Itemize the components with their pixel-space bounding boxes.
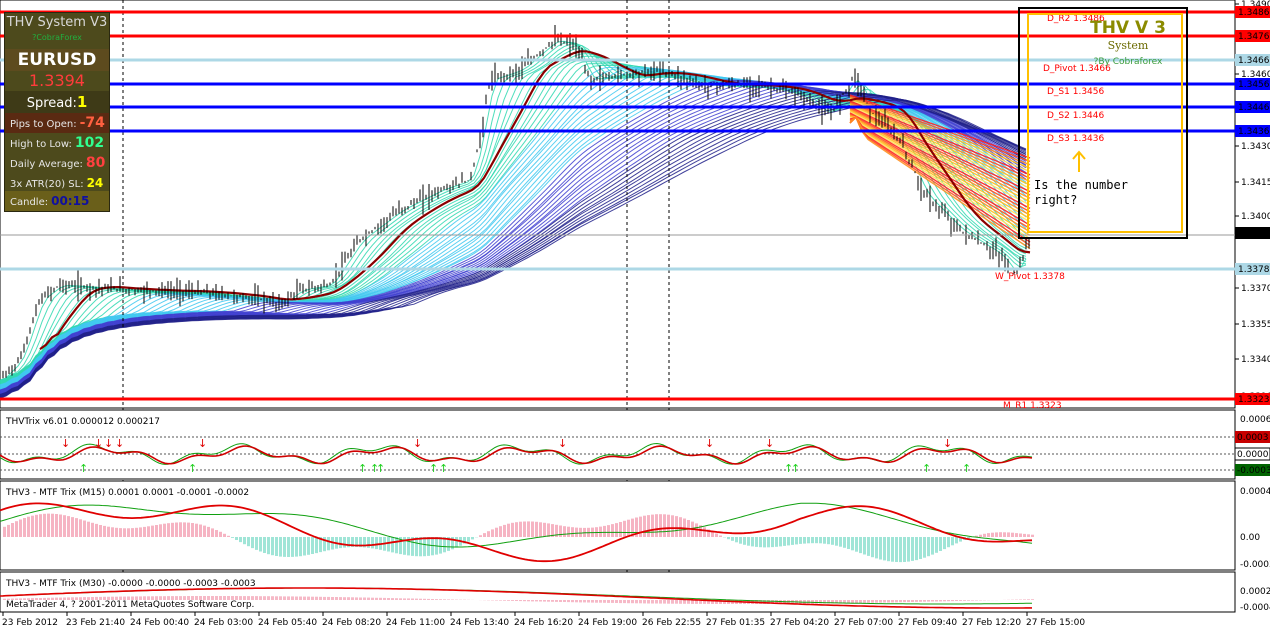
time-tick-label: 24 Feb 13:40 bbox=[450, 618, 509, 628]
atr-row: 3x ATR(20) SL: 24 bbox=[5, 173, 109, 193]
time-axis[interactable]: 23 Feb 2012 23 Feb 21:40 24 Feb 00:40 24 Fe… bbox=[2, 612, 1085, 628]
pips-to-open-value: -74 bbox=[79, 115, 105, 131]
logo-title: THV V 3 bbox=[1090, 18, 1166, 38]
price-tick-label: 1.3370 bbox=[1241, 284, 1270, 294]
subwindow-tag-label: 0.0003 bbox=[1237, 433, 1269, 443]
subwindow-tick-label: 0.0002 bbox=[1240, 587, 1270, 597]
price-tick-label: 1.3400 bbox=[1241, 212, 1270, 222]
time-tick-label: 24 Feb 00:40 bbox=[130, 618, 189, 628]
arrow-up-icon: ↑ bbox=[358, 462, 367, 475]
arrow-down-icon: ↓ bbox=[61, 437, 70, 450]
time-tick-label: 23 Feb 2012 bbox=[2, 618, 58, 628]
info-panel-title: THV System V3 bbox=[6, 15, 108, 30]
logo-subtitle: System bbox=[1108, 39, 1149, 52]
price-tag-label: 1.3446 bbox=[1238, 103, 1270, 113]
time-tick-label: 27 Feb 09:40 bbox=[898, 618, 957, 628]
arrow-down-icon: ↓ bbox=[115, 437, 124, 450]
subwindow-tag-label: 0.0000 bbox=[1237, 450, 1269, 460]
price-tick-label: 1.3415 bbox=[1241, 178, 1270, 188]
time-tick-label: 24 Feb 19:00 bbox=[578, 618, 637, 628]
price-tag-label: 1.3486 bbox=[1238, 8, 1270, 18]
subwindow-tick-label: 0.0004 bbox=[1240, 487, 1270, 497]
price-tag-label: 1.3393 bbox=[1238, 229, 1270, 239]
label-s3: D_S3 1.3436 bbox=[1047, 134, 1104, 144]
info-panel-subtitle: ?CobraForex bbox=[32, 33, 82, 42]
arrow-up-icon: ↑ bbox=[376, 462, 385, 475]
time-tick-label: 24 Feb 05:40 bbox=[258, 618, 317, 628]
arrow-up-icon: ↑ bbox=[791, 462, 800, 475]
time-tick-label: 24 Feb 08:20 bbox=[322, 618, 381, 628]
arrow-up-icon: ↑ bbox=[962, 462, 971, 475]
price-tick-label: 1.3430 bbox=[1241, 142, 1270, 152]
time-tick-label: 27 Feb 07:00 bbox=[834, 618, 893, 628]
arrow-up-icon: ↑ bbox=[439, 462, 448, 475]
time-tick-label: 23 Feb 21:40 bbox=[66, 618, 125, 628]
subwindow-tick-label: 0.00 bbox=[1240, 533, 1260, 543]
time-tick-label: 24 Feb 16:20 bbox=[514, 618, 573, 628]
label-s2: D_S2 1.3446 bbox=[1047, 111, 1104, 121]
high-to-low-row: High to Low: 102 bbox=[5, 133, 109, 153]
arrow-down-icon: ↓ bbox=[104, 437, 113, 450]
pips-to-open-label: Pips to Open: bbox=[10, 119, 77, 130]
price-tag-label: 1.3436 bbox=[1238, 127, 1270, 137]
candle-timer-row: Candle: 00:15 bbox=[5, 191, 109, 211]
daily-average-row: Daily Average: 80 bbox=[5, 153, 109, 173]
current-price: 1.3394 bbox=[29, 71, 85, 90]
spread-row: Spread:1 bbox=[5, 91, 109, 113]
high-to-low-label: High to Low: bbox=[10, 139, 72, 150]
time-tick-label: 26 Feb 22:55 bbox=[642, 618, 701, 628]
arrow-down-icon: ↓ bbox=[765, 437, 774, 450]
price-tag-label: 1.3466 bbox=[1238, 56, 1270, 66]
candle-value: 00:15 bbox=[51, 194, 90, 208]
spread-label: Spread: bbox=[26, 96, 77, 111]
high-to-low-value: 102 bbox=[74, 135, 105, 151]
price-tag-label: 1.3323 bbox=[1238, 395, 1270, 405]
subwindow-3-title: THV3 - MTF Trix (M30) -0.0000 -0.0000 -0… bbox=[5, 579, 256, 589]
subwindow-tag-label: -0.0003 bbox=[1237, 466, 1270, 476]
label-s1: D_S1 1.3456 bbox=[1047, 87, 1104, 97]
arrow-up-icon: ↑ bbox=[188, 462, 197, 475]
symbol-name: EURUSD bbox=[5, 49, 109, 71]
candle-label: Candle: bbox=[10, 197, 49, 208]
subwindow-tick-label: 0.00063 bbox=[1240, 415, 1270, 425]
atr-label: 3x ATR(20) SL: bbox=[10, 179, 84, 190]
arrow-down-icon: ↓ bbox=[94, 437, 103, 450]
price-tick-label: 1.3355 bbox=[1241, 320, 1270, 330]
time-tick-label: 24 Feb 11:00 bbox=[386, 618, 445, 628]
subwindow-tick-label: -0.0003 bbox=[1240, 560, 1270, 570]
arrow-up-icon: ↑ bbox=[79, 462, 88, 475]
subwindow-2-title: THV3 - MTF Trix (M15) 0.0001 0.0001 -0.0… bbox=[5, 488, 249, 498]
daily-average-value: 80 bbox=[85, 155, 106, 171]
price-tick-label: 1.3340 bbox=[1241, 355, 1270, 365]
time-tick-label: 24 Feb 03:00 bbox=[194, 618, 253, 628]
arrow-up-icon: ↑ bbox=[922, 462, 931, 475]
price-tag-label: 1.3378 bbox=[1238, 265, 1270, 275]
arrow-down-icon: ↓ bbox=[413, 437, 422, 450]
subwindow-tick-label: -0.0004 bbox=[1240, 603, 1270, 613]
arrow-down-icon: ↓ bbox=[198, 437, 207, 450]
copyright-text: MetaTrader 4, ? 2001-2011 MetaQuotes Sof… bbox=[6, 600, 254, 610]
arrow-up-icon: ↑ bbox=[429, 462, 438, 475]
time-tick-label: 27 Feb 04:20 bbox=[770, 618, 829, 628]
time-tick-label: 27 Feb 15:00 bbox=[1026, 618, 1085, 628]
arrow-down-icon: ↓ bbox=[943, 437, 952, 450]
price-tag-label: 1.3456 bbox=[1238, 80, 1270, 90]
daily-average-label: Daily Average: bbox=[10, 159, 83, 170]
spread-value: 1 bbox=[76, 93, 88, 111]
subwindow-trix[interactable] bbox=[0, 409, 1236, 480]
time-tick-label: 27 Feb 12:20 bbox=[962, 618, 1021, 628]
label-weekly-pivot: W_Pivot 1.3378 bbox=[995, 272, 1065, 282]
logo-byline: ?By Cobraforex bbox=[1094, 57, 1163, 67]
arrow-down-icon: ↓ bbox=[558, 437, 567, 450]
mt4-chart-window[interactable]: D_R2 1.3486 D_Pivot 1.3466 D_S1 1.3456 D… bbox=[0, 0, 1270, 629]
pips-to-open-row: Pips to Open: -74 bbox=[5, 113, 109, 133]
arrow-down-icon: ↓ bbox=[705, 437, 714, 450]
info-panel: THV System V3 ?CobraForex EURUSD 1.3394 … bbox=[4, 12, 110, 212]
atr-value: 24 bbox=[86, 176, 104, 190]
subwindow-1-title: THVTrix v6.01 0.000012 0.000217 bbox=[5, 417, 160, 427]
subwindow-axes: 0.000630.00000.00030.0000-0.00030.00040.… bbox=[1234, 415, 1270, 613]
time-tick-label: 27 Feb 01:35 bbox=[706, 618, 765, 628]
price-tag-label: 1.3476 bbox=[1238, 32, 1270, 42]
price-axis[interactable]: 1.34901.34601.34301.34151.34001.33701.33… bbox=[1235, 0, 1270, 405]
